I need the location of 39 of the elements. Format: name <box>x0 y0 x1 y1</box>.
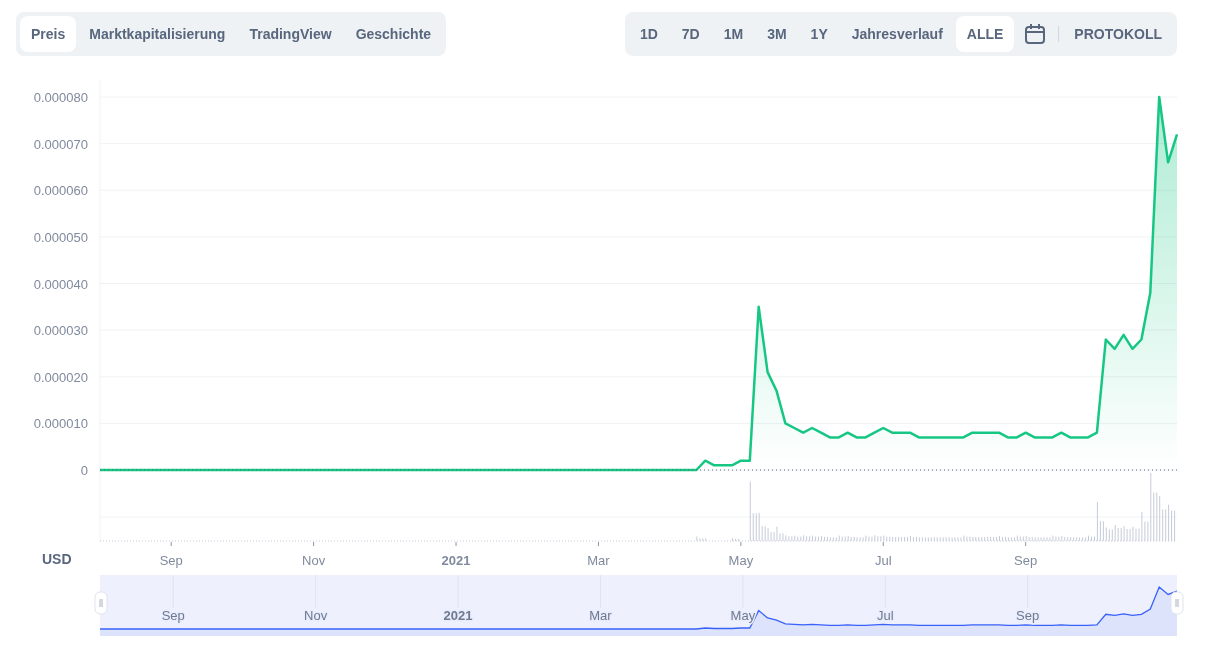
axis-label: 0.000050 <box>33 229 88 245</box>
axis-label: Mar <box>587 553 610 568</box>
navigator-label: Jul <box>876 608 894 623</box>
log-scale-button[interactable]: PROTOKOLL <box>1063 16 1173 52</box>
navigator-label: Mar <box>589 608 612 623</box>
range-button[interactable]: 1D <box>628 16 669 52</box>
axis-label: Nov <box>302 553 326 568</box>
axis-label: Jul <box>874 553 892 568</box>
axis-label: Sep <box>1014 553 1038 568</box>
navigator-label: May <box>730 608 756 623</box>
range-handle[interactable] <box>94 591 108 615</box>
axis-label: 2021 <box>441 553 471 568</box>
tab[interactable]: Geschichte <box>344 16 443 52</box>
navigator-label: 2021 <box>443 608 473 623</box>
axis-label: 0.000010 <box>33 416 88 432</box>
range-button[interactable]: 7D <box>670 16 711 52</box>
range-button[interactable]: ALLE <box>955 16 1015 52</box>
range-button[interactable]: 3M <box>756 16 798 52</box>
range-button[interactable]: Jahresverlauf <box>840 16 954 52</box>
axis-label: 0.000070 <box>33 136 88 152</box>
axis-label: 0.000030 <box>33 323 88 339</box>
navigator-label: Sep <box>1016 608 1040 623</box>
axis-label: May <box>728 553 754 568</box>
axis-label: 0.000060 <box>33 183 88 199</box>
axis-label: 0.000020 <box>33 369 88 385</box>
axis-label: 0 <box>80 463 88 478</box>
axis-label: 0.000040 <box>33 276 88 292</box>
range-handle[interactable] <box>1170 591 1184 615</box>
axis-label: Sep <box>159 553 183 568</box>
tab[interactable]: Preis <box>20 16 77 52</box>
tab[interactable]: TradingView <box>238 16 343 52</box>
navigator-label: Nov <box>304 608 328 623</box>
range-button[interactable]: 1Y <box>799 16 839 52</box>
currency-label: USD <box>42 551 72 567</box>
range-button[interactable]: 1M <box>712 16 755 52</box>
axis-label: 0.000080 <box>33 90 88 105</box>
calendar-icon[interactable] <box>1024 23 1047 45</box>
navigator-label: Sep <box>161 608 185 623</box>
tab[interactable]: Marktkapitalisierung <box>78 16 237 52</box>
